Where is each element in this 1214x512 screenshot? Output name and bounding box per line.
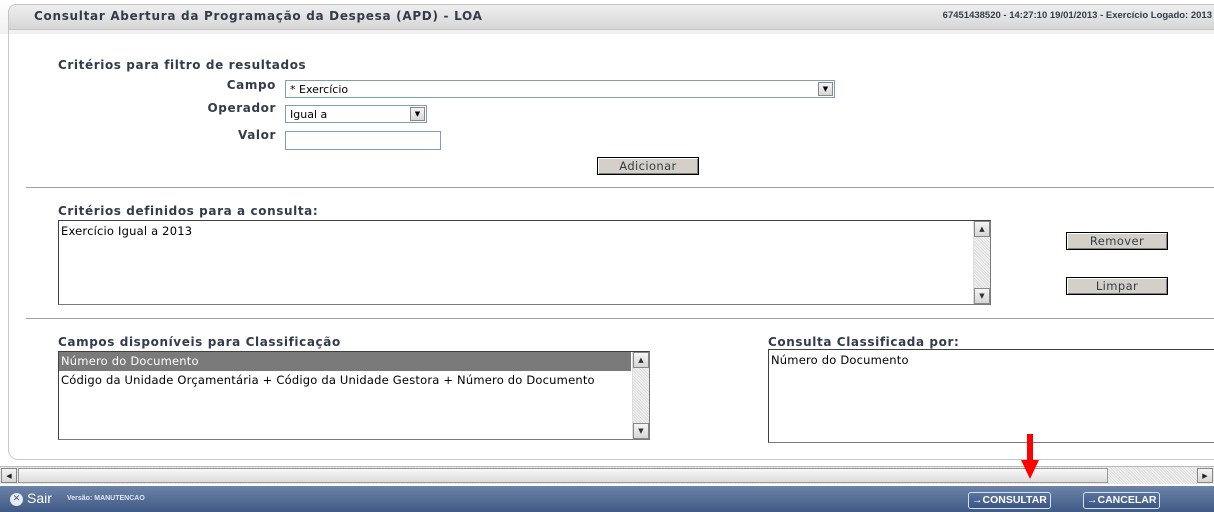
limpar-button[interactable]: Limpar [1066,277,1168,295]
valor-input[interactable] [285,131,441,150]
scroll-up-icon[interactable]: ▲ [633,352,649,368]
classificada-listbox[interactable]: Número do Documento [768,349,1214,443]
chevron-down-icon[interactable]: ▼ [410,107,425,121]
classificacao-heading: Campos disponíveis para Classificação [58,335,341,349]
divider [26,187,1214,189]
scroll-down-icon[interactable]: ▼ [633,423,649,439]
page-title: Consultar Abertura da Programação da Des… [34,9,483,23]
criterios-listbox[interactable]: Exercício Igual a 2013 ▲ ▼ [58,220,991,305]
list-item[interactable]: Número do Documento [769,350,1214,370]
operador-select[interactable]: Igual a ▼ [285,105,427,123]
list-item-selected[interactable]: Número do Documento [59,352,631,371]
vertical-scrollbar[interactable]: ▲ ▼ [632,352,649,439]
title-bar: Consultar Abertura da Programação da Des… [0,0,1214,34]
divider [26,318,1214,320]
scroll-right-icon[interactable]: ▶ [1197,468,1213,483]
list-item[interactable]: Código da Unidade Orçamentária + Código … [59,371,649,390]
criterios-heading: Critérios definidos para a consulta: [58,204,319,218]
campos-disponiveis-listbox[interactable]: Número do Documento Código da Unidade Or… [58,351,650,440]
red-down-arrow-icon [1021,434,1039,479]
version-label: Versão: MANUTENCAO [67,495,145,502]
close-circle-icon[interactable]: ✕ [10,493,23,506]
chevron-down-icon[interactable]: ▼ [818,82,833,96]
session-info: 67451438520 - 14:27:10 19/01/2013 - Exer… [942,10,1212,21]
valor-label: Valor [237,128,276,142]
adicionar-button[interactable]: Adicionar [597,157,699,175]
consultar-button[interactable]: →CONSULTAR [968,492,1051,509]
campo-select-value: * Exercício [290,83,349,96]
sair-link[interactable]: Sair [27,490,52,506]
operador-select-value: Igual a [290,108,328,121]
footer-bar: ✕ Sair Versão: MANUTENCAO →CONSULTAR →CA… [0,486,1214,512]
scrollbar-thumb[interactable] [18,468,1108,483]
filter-heading: Critérios para filtro de resultados [58,58,307,72]
list-item[interactable]: Exercício Igual a 2013 [59,221,990,241]
campo-select[interactable]: * Exercício ▼ [285,80,835,98]
classificada-heading: Consulta Classificada por: [768,335,960,349]
remover-button[interactable]: Remover [1066,232,1168,250]
vertical-scrollbar[interactable]: ▲ ▼ [973,221,990,304]
campo-label: Campo [226,78,276,92]
scroll-left-icon[interactable]: ◀ [1,468,17,483]
cancelar-button[interactable]: →CANCELAR [1083,492,1161,509]
scroll-down-icon[interactable]: ▼ [974,288,990,304]
scroll-up-icon[interactable]: ▲ [974,221,990,237]
operador-label: Operador [207,101,276,115]
